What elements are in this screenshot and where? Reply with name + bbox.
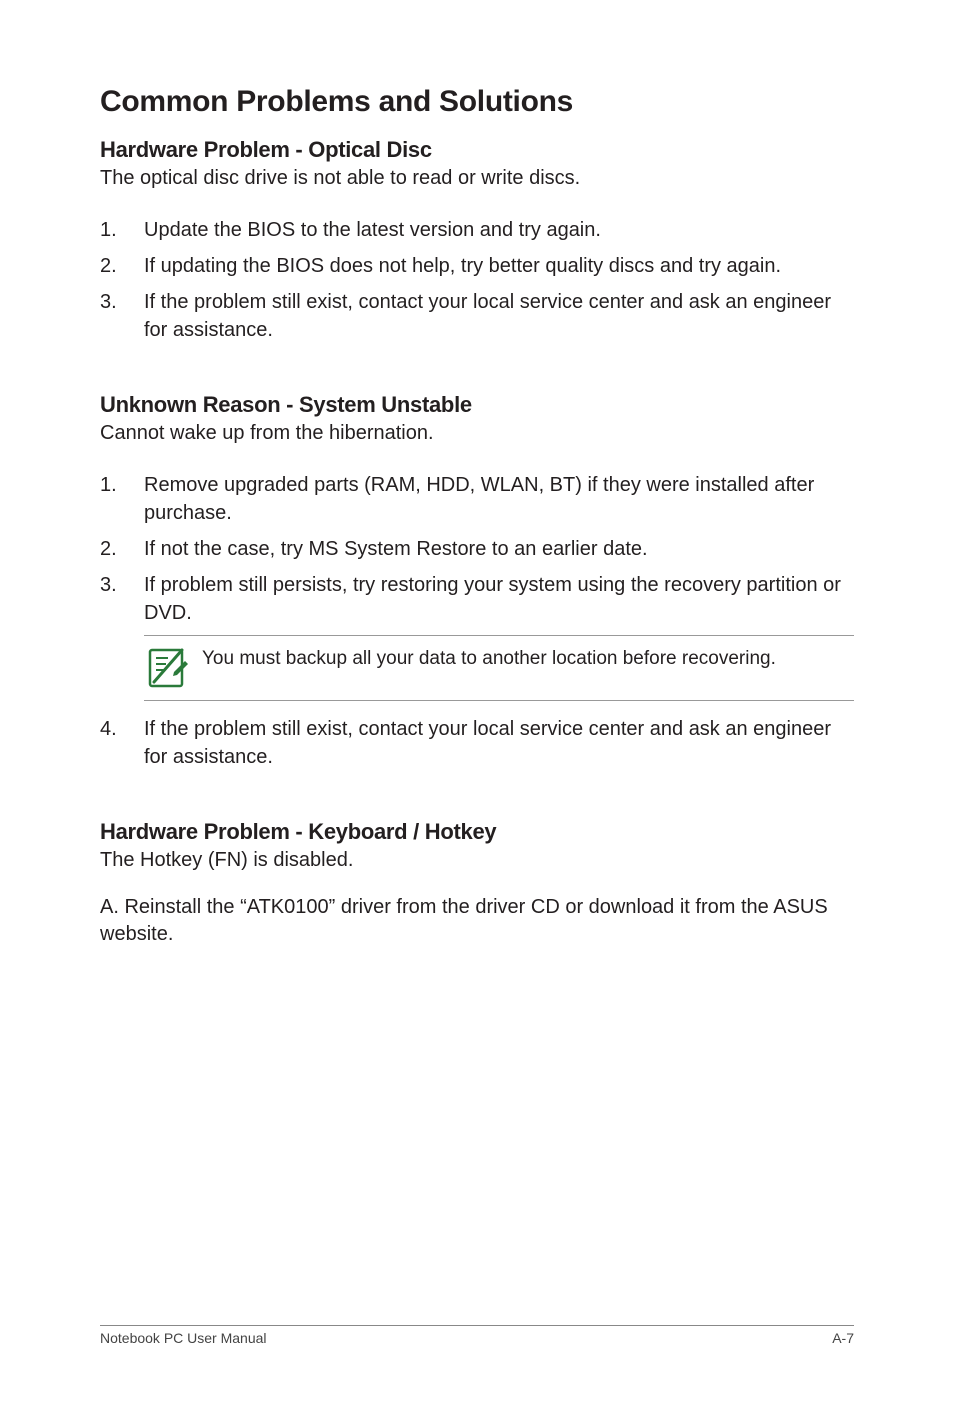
section-heading-keyboard-hotkey: Hardware Problem - Keyboard / Hotkey [100, 819, 854, 845]
ordered-list: 1. Update the BIOS to the latest version… [100, 216, 854, 344]
footer-page-number: A-7 [832, 1330, 854, 1346]
section-paragraph: A. Reinstall the “ATK0100” driver from t… [100, 894, 854, 948]
footer-left: Notebook PC User Manual [100, 1330, 267, 1346]
page-title: Common Problems and Solutions [100, 85, 854, 119]
list-number: 4. [100, 715, 144, 771]
list-item: 3. If problem still persists, try restor… [100, 571, 854, 627]
list-item: 2. If not the case, try MS System Restor… [100, 535, 854, 563]
section-intro: The optical disc drive is not able to re… [100, 165, 854, 192]
page-footer: Notebook PC User Manual A-7 [100, 1325, 854, 1346]
list-item: 4. If the problem still exist, contact y… [100, 715, 854, 771]
section-intro: The Hotkey (FN) is disabled. [100, 847, 854, 874]
list-text: Update the BIOS to the latest version an… [144, 216, 854, 244]
note-text: You must backup all your data to another… [202, 644, 776, 672]
list-item: 1. Update the BIOS to the latest version… [100, 216, 854, 244]
list-text: If the problem still exist, contact your… [144, 288, 854, 344]
section-heading-optical-disc: Hardware Problem - Optical Disc [100, 137, 854, 163]
list-text: If the problem still exist, contact your… [144, 715, 854, 771]
list-number: 3. [100, 288, 144, 344]
list-text: If not the case, try MS System Restore t… [144, 535, 854, 563]
ordered-list: 1. Remove upgraded parts (RAM, HDD, WLAN… [100, 471, 854, 627]
list-number: 1. [100, 471, 144, 527]
section-intro: Cannot wake up from the hibernation. [100, 420, 854, 447]
section-heading-system-unstable: Unknown Reason - System Unstable [100, 392, 854, 418]
ordered-list: 4. If the problem still exist, contact y… [100, 715, 854, 771]
list-text: If problem still persists, try restoring… [144, 571, 854, 627]
list-item: 2. If updating the BIOS does not help, t… [100, 252, 854, 280]
list-number: 2. [100, 252, 144, 280]
list-text: If updating the BIOS does not help, try … [144, 252, 854, 280]
list-text: Remove upgraded parts (RAM, HDD, WLAN, B… [144, 471, 854, 527]
list-item: 3. If the problem still exist, contact y… [100, 288, 854, 344]
list-number: 2. [100, 535, 144, 563]
note-icon [144, 646, 188, 690]
list-number: 3. [100, 571, 144, 627]
note-callout: You must backup all your data to another… [144, 635, 854, 701]
list-item: 1. Remove upgraded parts (RAM, HDD, WLAN… [100, 471, 854, 527]
list-number: 1. [100, 216, 144, 244]
